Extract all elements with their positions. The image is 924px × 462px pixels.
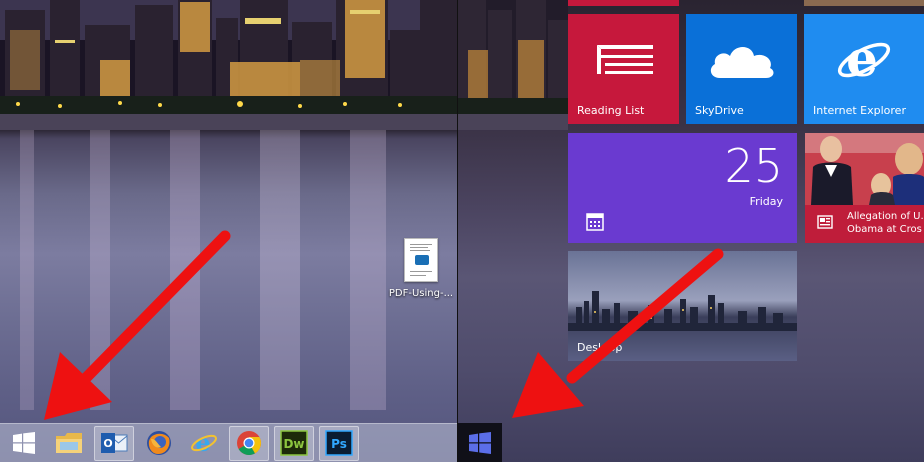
desktop-panel: PDF-Using-... O e Dw Ps <box>0 0 457 462</box>
tile-skydrive[interactable]: SkyDrive <box>686 14 797 124</box>
taskbar: O e Dw Ps <box>0 423 457 462</box>
svg-text:Dw: Dw <box>283 437 304 451</box>
taskbar-internet-explorer[interactable]: e <box>184 426 224 461</box>
pdf-document-icon <box>404 238 438 282</box>
ie-icon: e <box>191 429 217 457</box>
ie-icon: e <box>837 30 891 88</box>
folder-icon <box>56 433 82 453</box>
svg-text:e: e <box>195 429 210 457</box>
firefox-icon <box>147 431 171 455</box>
tile-news[interactable]: Allegation of U. Obama at Cros <box>805 133 924 243</box>
taskbar-photoshop[interactable]: Ps <box>319 425 359 461</box>
calendar-weekday: Friday <box>749 195 783 208</box>
taskbar-firefox[interactable] <box>139 426 179 461</box>
newspaper-icon <box>817 215 833 229</box>
tile-desktop[interactable]: Desktop <box>568 251 797 361</box>
cloud-icon <box>710 47 774 78</box>
svg-text:O: O <box>103 437 112 450</box>
tile-label: Desktop <box>577 341 623 354</box>
calendar-icon <box>586 213 604 231</box>
news-headline-line2: Obama at Cros <box>847 224 922 235</box>
calendar-day-number: 25 <box>724 139 783 193</box>
desktop-icon-label: PDF-Using-... <box>388 288 454 299</box>
tile-label: Internet Explorer <box>813 104 906 117</box>
photoshop-icon: Ps <box>325 430 353 456</box>
tile-label: Reading List <box>577 104 645 117</box>
start-button[interactable] <box>4 426 44 461</box>
tile-calendar[interactable]: 25 Friday <box>568 133 797 243</box>
city-skyline-wallpaper <box>0 0 457 130</box>
taskbar-file-explorer[interactable] <box>49 426 89 461</box>
outlook-icon: O <box>101 433 128 453</box>
news-photo <box>805 133 924 205</box>
tile-strip <box>568 0 679 6</box>
taskbar-chrome[interactable] <box>229 425 269 461</box>
tile-label: SkyDrive <box>695 104 744 117</box>
taskbar-outlook[interactable]: O <box>94 425 134 461</box>
desktop-icon-pdf[interactable]: PDF-Using-... <box>386 238 456 306</box>
reading-list-icon <box>597 45 653 74</box>
news-headline-line1: Allegation of U. <box>847 211 924 222</box>
svg-text:Ps: Ps <box>331 437 347 451</box>
dreamweaver-icon: Dw <box>280 430 308 456</box>
windows-logo-icon <box>469 431 491 454</box>
tile-strip <box>804 0 924 6</box>
tile-reading-list[interactable]: Reading List <box>568 14 679 124</box>
taskbar-dreamweaver[interactable]: Dw <box>274 425 314 461</box>
news-caption: Allegation of U. Obama at Cros <box>805 205 924 243</box>
start-screen-windows-button[interactable] <box>458 423 502 462</box>
city-skyline-wallpaper <box>458 0 568 130</box>
chrome-icon <box>237 431 261 456</box>
start-screen-panel: Reading List SkyDrive e Internet Explore… <box>458 0 924 462</box>
windows-logo-icon <box>13 432 35 454</box>
svg-text:e: e <box>846 30 878 88</box>
tile-internet-explorer[interactable]: e Internet Explorer <box>804 14 924 124</box>
